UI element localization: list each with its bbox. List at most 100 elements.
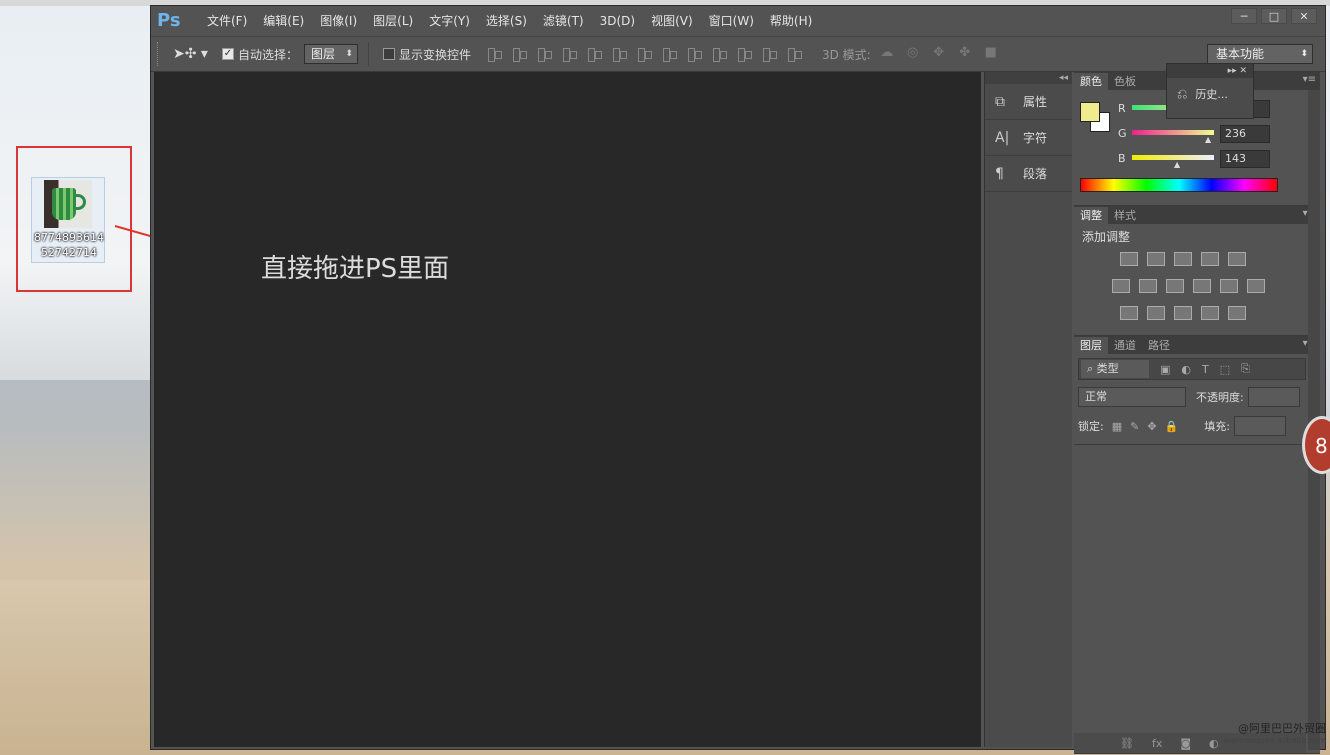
threshold-icon[interactable] — [1174, 306, 1192, 320]
menu-edit[interactable]: 编辑(E) — [255, 6, 312, 36]
ps-logo: Ps — [157, 10, 181, 31]
distribute-vcenter-icon[interactable] — [660, 46, 680, 62]
opacity-input[interactable] — [1247, 387, 1300, 407]
dock-collapse-icon[interactable]: ◂◂ — [985, 72, 1072, 84]
invert-icon[interactable] — [1120, 306, 1138, 320]
menu-select[interactable]: 选择(S) — [478, 6, 535, 36]
menu-layer[interactable]: 图层(L) — [365, 6, 421, 36]
link-layers-icon[interactable]: ⛓ — [1120, 737, 1134, 750]
curves-icon[interactable] — [1174, 252, 1192, 266]
lock-position-icon[interactable]: ✥ — [1147, 420, 1156, 433]
show-transform-checkbox[interactable] — [382, 48, 395, 60]
levels-icon[interactable] — [1147, 252, 1165, 266]
roll-3d-icon[interactable]: ◎ — [903, 45, 923, 63]
lock-paint-icon[interactable]: ✎ — [1130, 420, 1139, 433]
filter-adjust-icon[interactable]: ◐ — [1181, 363, 1191, 376]
posterize-icon[interactable] — [1147, 306, 1165, 320]
camera-3d-icon[interactable]: ■ — [981, 45, 1001, 63]
auto-select-dropdown[interactable]: 图层 ⬍ — [303, 44, 358, 64]
color-balance-icon[interactable] — [1139, 279, 1157, 293]
layer-filter-dropdown[interactable]: ⌕ 类型 — [1081, 360, 1149, 378]
tab-layers[interactable]: 图层 — [1074, 337, 1108, 354]
dock-properties[interactable]: ⧉ 属性 — [985, 84, 1072, 120]
layer-filter-value: 类型 — [1096, 362, 1119, 375]
align-left-icon[interactable] — [560, 46, 580, 62]
workspace-caret-icon: ⬍ — [1300, 49, 1308, 59]
filter-pixel-icon[interactable]: ▣ — [1160, 363, 1170, 376]
move-tool-icon[interactable]: ➤✣ ▾ — [173, 46, 208, 62]
blend-mode-value: 正常 — [1085, 390, 1107, 403]
menu-3d[interactable]: 3D(D) — [592, 6, 643, 36]
filter-smart-icon[interactable]: ⎘ — [1241, 362, 1250, 376]
distribute-bottom-icon[interactable] — [685, 46, 705, 62]
foreground-color-swatch[interactable] — [1080, 102, 1100, 122]
filter-type-icon[interactable]: T — [1202, 363, 1209, 376]
distribute-right-icon[interactable] — [760, 46, 780, 62]
menu-help[interactable]: 帮助(H) — [762, 6, 820, 36]
auto-select-checkbox[interactable]: ✓ — [221, 48, 234, 60]
distribute-top-icon[interactable] — [635, 46, 655, 62]
dock-paragraph[interactable]: ¶ 段落 — [985, 156, 1072, 192]
menu-view[interactable]: 视图(V) — [643, 6, 701, 36]
gradient-map-icon[interactable] — [1201, 306, 1219, 320]
workspace-switcher[interactable]: 基本功能 ⬍ — [1207, 44, 1313, 64]
exposure-icon[interactable] — [1201, 252, 1219, 266]
distribute-left-icon[interactable] — [710, 46, 730, 62]
distribute-hcenter-icon[interactable] — [735, 46, 755, 62]
fill-input[interactable] — [1233, 416, 1286, 436]
align-bottom-icon[interactable] — [535, 46, 555, 62]
menu-type[interactable]: 文字(Y) — [421, 6, 478, 36]
channel-b-slider[interactable] — [1132, 155, 1214, 160]
color-lookup-icon[interactable] — [1247, 279, 1265, 293]
hue-saturation-icon[interactable] — [1112, 279, 1130, 293]
channel-b-input[interactable]: 143 — [1220, 150, 1270, 168]
menu-image[interactable]: 图像(I) — [312, 6, 365, 36]
filter-shape-icon[interactable]: ⬚ — [1220, 363, 1230, 376]
maximize-button[interactable]: □ — [1261, 8, 1287, 24]
align-hcenter-icon[interactable] — [585, 46, 605, 62]
align-vcenter-icon[interactable] — [510, 46, 530, 62]
panel-menu-icon[interactable]: ▾≡ — [1303, 74, 1316, 85]
auto-align-icon[interactable] — [785, 46, 805, 62]
menu-file[interactable]: 文件(F) — [199, 6, 255, 36]
lock-all-icon[interactable]: 🔒 — [1165, 420, 1179, 433]
black-white-icon[interactable] — [1166, 279, 1184, 293]
menu-filter[interactable]: 滤镜(T) — [535, 6, 592, 36]
channel-g-thumb-icon[interactable]: ▲ — [1205, 135, 1211, 144]
align-top-icon[interactable] — [485, 46, 505, 62]
tab-color[interactable]: 颜色 — [1074, 73, 1108, 90]
add-mask-icon[interactable]: ◙ — [1180, 737, 1191, 750]
color-spectrum[interactable] — [1080, 178, 1278, 192]
menu-window[interactable]: 窗口(W) — [701, 6, 762, 36]
options-grip[interactable] — [157, 42, 161, 66]
tab-adjustments[interactable]: 调整 — [1074, 207, 1108, 224]
document-canvas[interactable]: 直接拖进PS里面 — [154, 72, 981, 747]
blend-mode-dropdown[interactable]: 正常 — [1078, 387, 1186, 407]
align-right-icon[interactable] — [610, 46, 630, 62]
channel-g-slider[interactable] — [1132, 130, 1214, 135]
tab-paths[interactable]: 路径 — [1142, 337, 1176, 354]
channel-mixer-icon[interactable] — [1220, 279, 1238, 293]
tab-swatches[interactable]: 色板 — [1108, 73, 1142, 90]
pan-3d-icon[interactable]: ✥ — [929, 45, 949, 63]
brightness-icon[interactable] — [1120, 252, 1138, 266]
vibrance-icon[interactable] — [1228, 252, 1246, 266]
channel-g-label: G — [1118, 127, 1127, 140]
channel-g-input[interactable]: 236 — [1220, 125, 1270, 143]
new-adjustment-icon[interactable]: ◐ — [1209, 737, 1219, 750]
selective-color-icon[interactable] — [1228, 306, 1246, 320]
tab-channels[interactable]: 通道 — [1108, 337, 1142, 354]
close-button[interactable]: ✕ — [1291, 8, 1317, 24]
layer-filter-row: ⌕ 类型 ▣ ◐ T ⬚ ⎘ — [1078, 358, 1306, 380]
channel-b-thumb-icon[interactable]: ▲ — [1174, 160, 1180, 169]
slide-3d-icon[interactable]: ✤ — [955, 45, 975, 63]
photo-filter-icon[interactable] — [1193, 279, 1211, 293]
layer-style-icon[interactable]: fx — [1152, 737, 1162, 750]
rotate-3d-icon[interactable]: ☁ — [877, 45, 897, 63]
dock-character[interactable]: A| 字符 — [985, 120, 1072, 156]
minimize-button[interactable]: ─ — [1231, 8, 1257, 24]
lock-transparent-icon[interactable]: ▦ — [1112, 420, 1122, 433]
tab-styles[interactable]: 样式 — [1108, 207, 1142, 224]
history-button[interactable]: ⎌ 历史... — [1167, 78, 1253, 102]
layers-list[interactable] — [1074, 444, 1306, 724]
